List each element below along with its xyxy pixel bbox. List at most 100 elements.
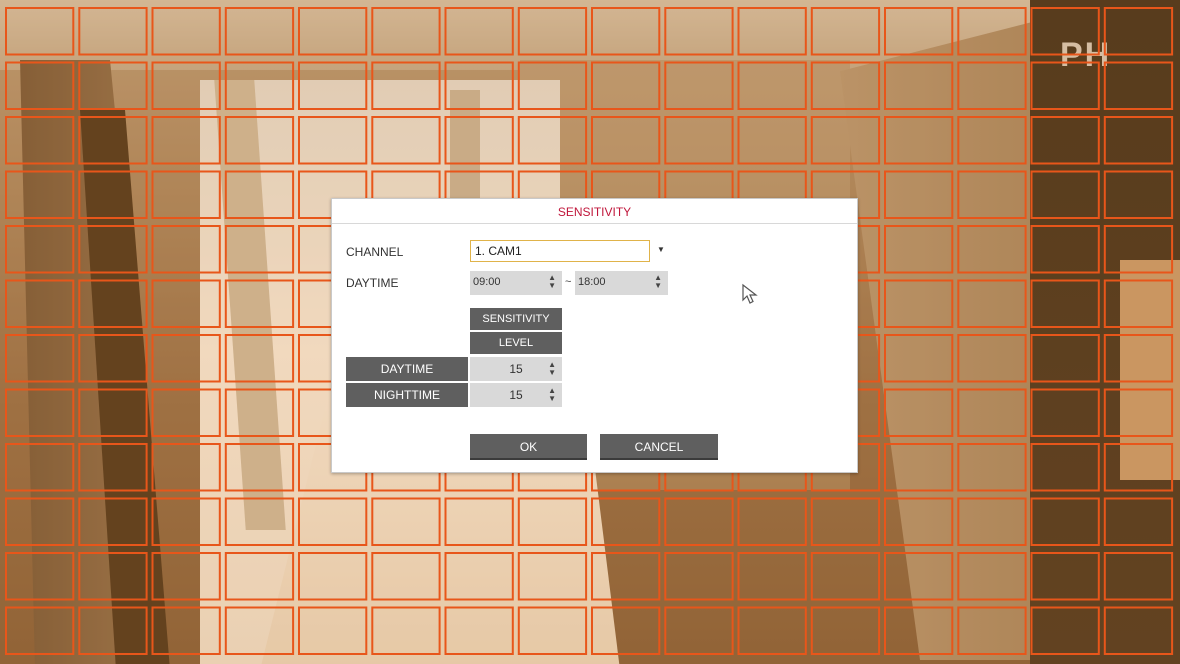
grid-cell[interactable] bbox=[5, 388, 75, 437]
grid-cell[interactable] bbox=[78, 552, 148, 601]
grid-cell[interactable] bbox=[298, 61, 368, 110]
grid-cell[interactable] bbox=[957, 61, 1027, 110]
daytime-end-spinner[interactable]: 18:00 ▲ ▼ bbox=[575, 271, 668, 295]
grid-cell[interactable] bbox=[298, 552, 368, 601]
grid-cell[interactable] bbox=[224, 443, 295, 492]
cancel-button[interactable]: CANCEL bbox=[600, 434, 718, 460]
grid-cell[interactable] bbox=[884, 606, 954, 655]
grid-cell[interactable] bbox=[591, 61, 661, 110]
grid-cell[interactable] bbox=[1103, 170, 1174, 219]
grid-cell[interactable] bbox=[151, 61, 221, 110]
grid-cell[interactable] bbox=[591, 7, 661, 56]
grid-cell[interactable] bbox=[884, 61, 954, 110]
grid-cell[interactable] bbox=[1103, 388, 1174, 437]
grid-cell[interactable] bbox=[1030, 443, 1100, 492]
grid-cell[interactable] bbox=[298, 606, 368, 655]
grid-cell[interactable] bbox=[224, 334, 295, 383]
grid-cell[interactable] bbox=[5, 61, 75, 110]
grid-cell[interactable] bbox=[810, 497, 881, 546]
grid-cell[interactable] bbox=[444, 606, 514, 655]
grid-cell[interactable] bbox=[5, 7, 75, 56]
grid-cell[interactable] bbox=[957, 334, 1027, 383]
spinner-arrows-icon[interactable]: ▲ ▼ bbox=[548, 274, 556, 290]
grid-cell[interactable] bbox=[224, 497, 295, 546]
grid-cell[interactable] bbox=[1030, 497, 1100, 546]
grid-cell[interactable] bbox=[810, 606, 881, 655]
grid-cell[interactable] bbox=[78, 606, 148, 655]
grid-cell[interactable] bbox=[1030, 116, 1100, 165]
grid-cell[interactable] bbox=[957, 443, 1027, 492]
grid-cell[interactable] bbox=[78, 388, 148, 437]
grid-cell[interactable] bbox=[1030, 334, 1100, 383]
grid-cell[interactable] bbox=[444, 61, 514, 110]
spinner-arrows-icon[interactable]: ▲ ▼ bbox=[548, 361, 556, 377]
grid-cell[interactable] bbox=[884, 552, 954, 601]
grid-cell[interactable] bbox=[517, 7, 588, 56]
grid-cell[interactable] bbox=[1103, 606, 1174, 655]
grid-cell[interactable] bbox=[810, 552, 881, 601]
grid-cell[interactable] bbox=[957, 170, 1027, 219]
nighttime-level-spinner[interactable]: 15 ▲ ▼ bbox=[470, 383, 562, 407]
dropdown-arrow-icon[interactable]: ▼ bbox=[657, 245, 665, 254]
grid-cell[interactable] bbox=[1103, 334, 1174, 383]
grid-cell[interactable] bbox=[5, 225, 75, 274]
grid-cell[interactable] bbox=[517, 116, 588, 165]
grid-cell[interactable] bbox=[78, 334, 148, 383]
grid-cell[interactable] bbox=[444, 116, 514, 165]
grid-cell[interactable] bbox=[664, 116, 734, 165]
grid-cell[interactable] bbox=[957, 606, 1027, 655]
grid-cell[interactable] bbox=[1030, 225, 1100, 274]
grid-cell[interactable] bbox=[78, 497, 148, 546]
grid-cell[interactable] bbox=[151, 388, 221, 437]
grid-cell[interactable] bbox=[957, 225, 1027, 274]
grid-cell[interactable] bbox=[884, 279, 954, 328]
grid-cell[interactable] bbox=[224, 170, 295, 219]
grid-cell[interactable] bbox=[78, 116, 148, 165]
grid-cell[interactable] bbox=[884, 443, 954, 492]
grid-cell[interactable] bbox=[5, 334, 75, 383]
grid-cell[interactable] bbox=[371, 497, 441, 546]
grid-cell[interactable] bbox=[1103, 225, 1174, 274]
grid-cell[interactable] bbox=[371, 116, 441, 165]
grid-cell[interactable] bbox=[444, 552, 514, 601]
grid-cell[interactable] bbox=[78, 279, 148, 328]
grid-cell[interactable] bbox=[1103, 7, 1174, 56]
grid-cell[interactable] bbox=[591, 497, 661, 546]
grid-cell[interactable] bbox=[78, 170, 148, 219]
grid-cell[interactable] bbox=[957, 279, 1027, 328]
daytime-start-spinner[interactable]: 09:00 ▲ ▼ bbox=[470, 271, 562, 295]
grid-cell[interactable] bbox=[371, 61, 441, 110]
grid-cell[interactable] bbox=[224, 606, 295, 655]
grid-cell[interactable] bbox=[1030, 388, 1100, 437]
grid-cell[interactable] bbox=[5, 279, 75, 328]
grid-cell[interactable] bbox=[5, 552, 75, 601]
grid-cell[interactable] bbox=[224, 552, 295, 601]
grid-cell[interactable] bbox=[78, 443, 148, 492]
grid-cell[interactable] bbox=[810, 7, 881, 56]
grid-cell[interactable] bbox=[444, 497, 514, 546]
grid-cell[interactable] bbox=[151, 225, 221, 274]
grid-cell[interactable] bbox=[957, 497, 1027, 546]
grid-cell[interactable] bbox=[517, 606, 588, 655]
spinner-arrows-icon[interactable]: ▲ ▼ bbox=[548, 387, 556, 403]
grid-cell[interactable] bbox=[664, 497, 734, 546]
grid-cell[interactable] bbox=[1103, 443, 1174, 492]
channel-select[interactable]: 1. CAM1 bbox=[470, 240, 650, 262]
grid-cell[interactable] bbox=[78, 7, 148, 56]
grid-cell[interactable] bbox=[517, 497, 588, 546]
grid-cell[interactable] bbox=[957, 552, 1027, 601]
grid-cell[interactable] bbox=[884, 388, 954, 437]
grid-cell[interactable] bbox=[810, 61, 881, 110]
grid-cell[interactable] bbox=[5, 443, 75, 492]
grid-cell[interactable] bbox=[591, 116, 661, 165]
grid-cell[interactable] bbox=[78, 225, 148, 274]
grid-cell[interactable] bbox=[224, 116, 295, 165]
daytime-level-spinner[interactable]: 15 ▲ ▼ bbox=[470, 357, 562, 381]
grid-cell[interactable] bbox=[884, 497, 954, 546]
grid-cell[interactable] bbox=[591, 606, 661, 655]
grid-cell[interactable] bbox=[224, 279, 295, 328]
grid-cell[interactable] bbox=[1030, 170, 1100, 219]
grid-cell[interactable] bbox=[1103, 497, 1174, 546]
grid-cell[interactable] bbox=[884, 225, 954, 274]
grid-cell[interactable] bbox=[444, 7, 514, 56]
